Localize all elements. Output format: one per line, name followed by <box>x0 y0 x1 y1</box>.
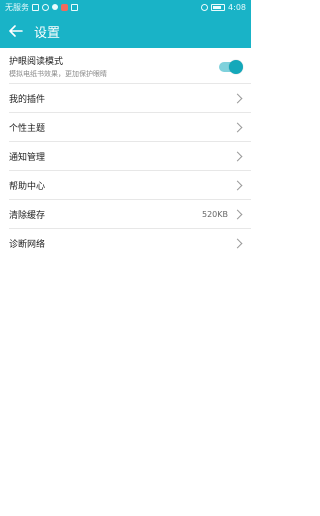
chevron-right-icon <box>232 151 243 161</box>
eye-protection-text: 护眼阅读模式 模拟电纸书效果，更加保护眼睛 <box>9 54 107 79</box>
eye-protection-toggle[interactable] <box>219 59 243 74</box>
notification-icon <box>71 3 78 11</box>
vibrate-icon <box>201 3 209 11</box>
app-bar: 设置 <box>0 14 251 48</box>
chevron-right-icon <box>232 93 243 103</box>
battery-icon <box>211 3 226 11</box>
status-left: 无服务 <box>5 2 78 13</box>
chevron-right-icon <box>232 180 243 190</box>
list-item-my-plugins[interactable]: 我的插件 <box>9 84 251 113</box>
list-item-eye-protection[interactable]: 护眼阅读模式 模拟电纸书效果，更加保护眼睛 <box>9 48 251 84</box>
notifications-label: 通知管理 <box>9 152 46 163</box>
carrier-label: 无服务 <box>5 2 29 12</box>
eye-protection-subtitle: 模拟电纸书效果，更加保护眼睛 <box>9 70 107 78</box>
status-right: 4:08 <box>201 3 246 12</box>
app-notification-icon <box>61 3 68 11</box>
network-diagnosis-label: 诊断网络 <box>9 240 46 250</box>
wifi-icon <box>42 3 49 11</box>
back-arrow-icon <box>9 25 23 37</box>
sim-icon <box>32 3 39 11</box>
cache-size-value: 520KB <box>201 209 228 219</box>
chevron-right-icon <box>232 209 243 219</box>
page-title: 设置 <box>34 25 61 41</box>
settings-list: 护眼阅读模式 模拟电纸书效果，更加保护眼睛 我的插件 个性主题 通知管理 帮助中… <box>0 48 251 258</box>
list-item-themes[interactable]: 个性主题 <box>9 113 251 142</box>
my-plugins-label: 我的插件 <box>9 94 46 105</box>
chevron-right-icon <box>232 122 243 132</box>
notification-dot-icon <box>52 4 58 10</box>
clear-cache-right: 520KB <box>201 209 243 219</box>
clock: 4:08 <box>228 2 246 12</box>
list-item-clear-cache[interactable]: 清除缓存 520KB <box>9 200 251 229</box>
status-bar: 无服务 4:08 <box>0 0 251 14</box>
chevron-right-icon <box>232 238 243 249</box>
back-button[interactable] <box>6 21 26 41</box>
themes-label: 个性主题 <box>9 123 46 134</box>
list-item-help-center[interactable]: 帮助中心 <box>9 171 251 200</box>
eye-protection-label: 护眼阅读模式 <box>9 57 64 67</box>
help-center-label: 帮助中心 <box>9 181 46 192</box>
clear-cache-label: 清除缓存 <box>9 210 46 221</box>
toggle-knob <box>229 59 243 74</box>
list-item-network-diagnosis[interactable]: 诊断网络 <box>9 229 251 258</box>
list-item-notifications[interactable]: 通知管理 <box>9 142 251 171</box>
